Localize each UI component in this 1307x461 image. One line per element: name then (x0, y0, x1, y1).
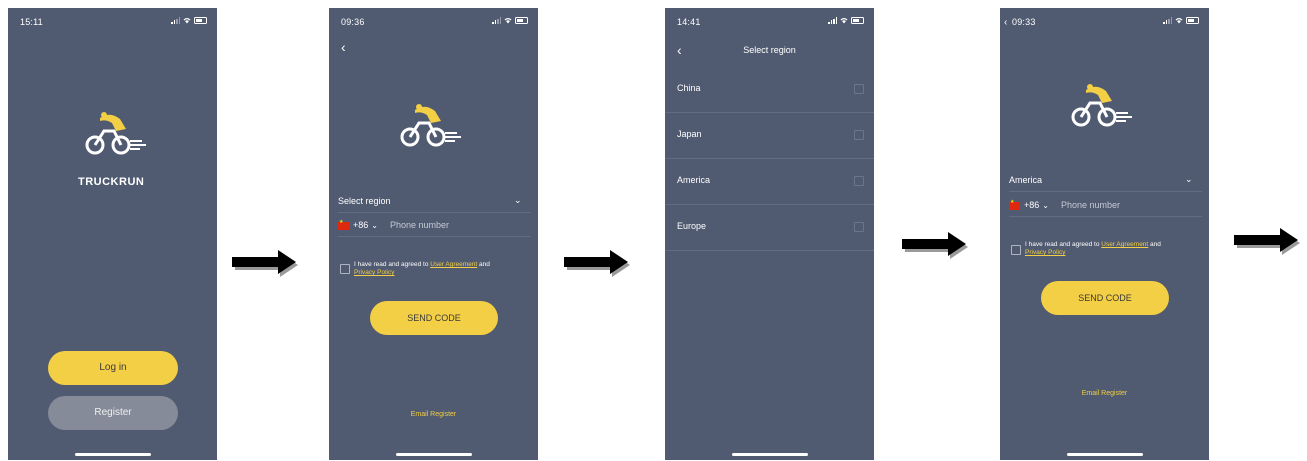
country-code: +86 (353, 220, 369, 230)
battery-icon (1186, 17, 1199, 24)
page-title: Select region (743, 45, 796, 55)
signal-icon (828, 17, 837, 24)
status-time: 14:41 (677, 17, 701, 27)
signal-icon (1163, 17, 1172, 24)
status-icons (1163, 17, 1199, 24)
wifi-icon (183, 18, 191, 24)
home-indicator (396, 453, 472, 456)
signal-icon (492, 17, 501, 24)
chevron-down-icon: ⌄ (1042, 201, 1049, 210)
region-select[interactable]: Select region (338, 196, 391, 206)
send-code-button[interactable]: SEND CODE (370, 301, 498, 335)
region-label: America (677, 175, 711, 185)
back-button[interactable]: ‹ (341, 40, 346, 54)
wifi-icon (1175, 18, 1183, 24)
region-item-china[interactable]: China (665, 66, 874, 113)
screen-welcome: 15:11 TRUCKRUN Log in Register (8, 8, 217, 460)
brand-text: TRUCKRUN (78, 176, 145, 188)
agree-text: I have read and agreed to (354, 261, 429, 268)
signal-icon (171, 17, 180, 24)
user-agreement-link[interactable]: User Agreement (430, 261, 477, 268)
agree-text: I have read and agreed to (1025, 241, 1100, 248)
screen-phone-register: 09:36 ‹ Select region ⌄ +86⌄ Phone numbe… (329, 8, 538, 460)
screen-select-region: 14:41 ‹ Select region China Japan Americ… (665, 8, 874, 460)
status-icons (828, 17, 864, 24)
cyclist-logo-icon (1071, 84, 1132, 127)
region-label: China (677, 83, 701, 93)
privacy-policy-link[interactable]: Privacy Policy (354, 269, 394, 276)
battery-icon (851, 17, 864, 24)
back-chevron-icon[interactable]: ‹ (1004, 17, 1007, 28)
chevron-down-icon[interactable]: ⌄ (514, 195, 522, 206)
region-checkbox[interactable] (854, 222, 864, 232)
china-flag-icon (338, 219, 349, 230)
region-item-japan[interactable]: Japan (665, 112, 874, 159)
wifi-icon (504, 18, 512, 24)
arrow-right-icon (564, 250, 630, 277)
battery-icon (515, 17, 528, 24)
screen-phone-register-america: ‹ 09:33 America ⌄ +86⌄ Phone number I ha… (1000, 8, 1209, 460)
region-select[interactable]: America (1009, 175, 1042, 185)
home-indicator (75, 453, 151, 456)
brand-logo: TRUCKRUN (78, 172, 154, 188)
email-register-link[interactable]: Email Register (329, 411, 538, 418)
phone-input[interactable]: Phone number (1061, 200, 1120, 210)
home-indicator (732, 453, 808, 456)
user-agreement-link[interactable]: User Agreement (1101, 241, 1148, 248)
region-item-america[interactable]: America (665, 158, 874, 205)
register-button[interactable]: Register (48, 396, 178, 430)
battery-icon (194, 17, 207, 24)
chevron-down-icon: ⌄ (371, 221, 378, 230)
region-label: Japan (677, 129, 702, 139)
status-icons (492, 17, 528, 24)
country-code: +86 (1024, 200, 1040, 210)
cyclist-logo-icon (400, 104, 461, 147)
region-item-europe[interactable]: Europe (665, 204, 874, 251)
divider (1009, 216, 1202, 217)
country-code-select[interactable]: +86⌄ (338, 219, 378, 230)
agree-checkbox[interactable] (1011, 245, 1021, 255)
arrow-right-icon (1234, 228, 1300, 255)
divider (338, 236, 531, 237)
arrow-right-icon (902, 232, 968, 259)
region-label: Europe (677, 221, 707, 231)
privacy-policy-link[interactable]: Privacy Policy (1025, 249, 1065, 256)
china-flag-icon (1009, 199, 1020, 210)
status-time: 15:11 (20, 17, 43, 27)
region-checkbox[interactable] (854, 84, 864, 94)
and-text: and (479, 261, 490, 268)
email-register-link[interactable]: Email Register (1000, 390, 1209, 397)
country-code-select[interactable]: +86⌄ (1009, 199, 1049, 210)
home-indicator (1067, 453, 1143, 456)
agree-checkbox[interactable] (340, 264, 350, 274)
status-icons (171, 17, 207, 24)
agreement-text: I have read and agreed to User Agreement… (354, 261, 534, 277)
divider (1009, 191, 1202, 192)
region-checkbox[interactable] (854, 130, 864, 140)
login-button[interactable]: Log in (48, 351, 178, 385)
divider (338, 212, 531, 213)
status-time: 09:33 (1012, 17, 1036, 27)
region-checkbox[interactable] (854, 176, 864, 186)
phone-input[interactable]: Phone number (390, 220, 449, 230)
status-time: 09:36 (341, 17, 365, 27)
send-code-button[interactable]: SEND CODE (1041, 281, 1169, 315)
arrow-right-icon (232, 250, 298, 277)
agreement-text: I have read and agreed to User Agreement… (1025, 241, 1205, 257)
and-text: and (1150, 241, 1161, 248)
cyclist-logo-icon (85, 112, 146, 155)
chevron-down-icon[interactable]: ⌄ (1185, 174, 1193, 185)
wifi-icon (840, 18, 848, 24)
